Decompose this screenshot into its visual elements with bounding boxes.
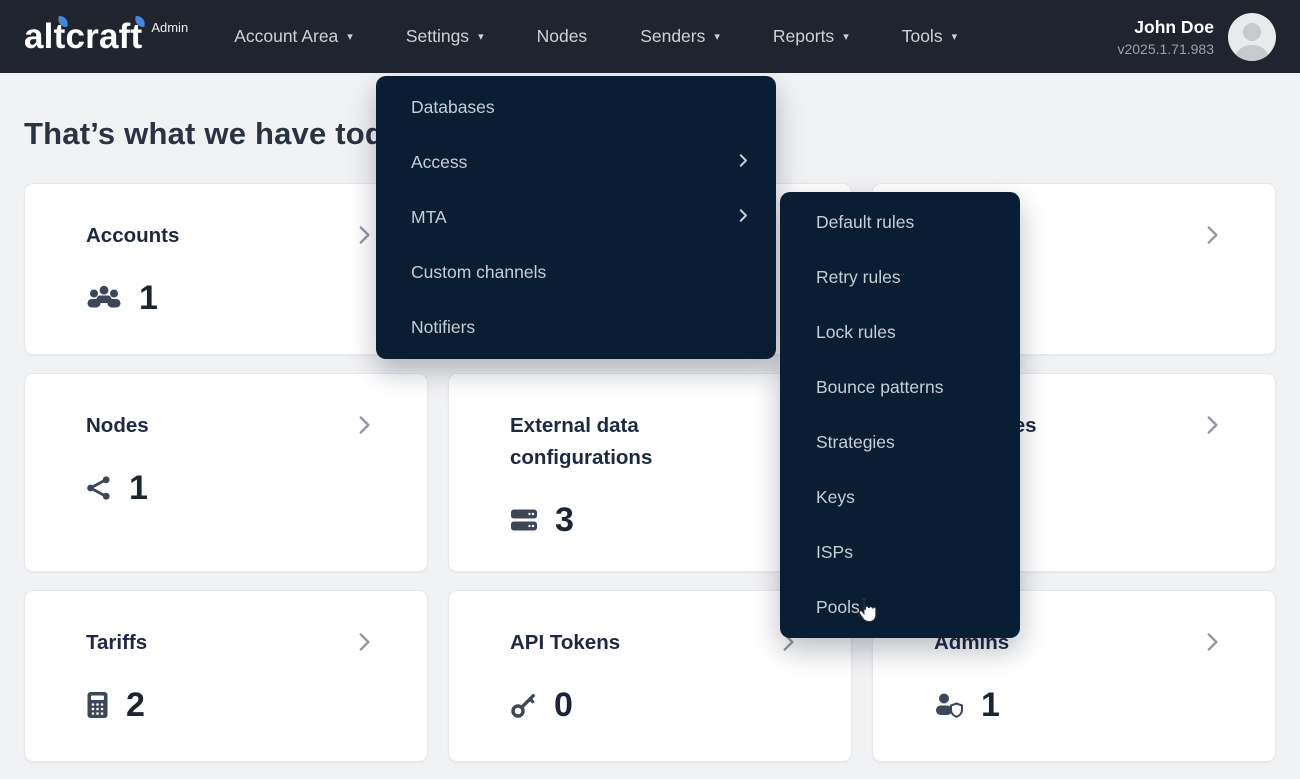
settings-dropdown-menu: Databases Access MTA Custom channels Not… [376, 76, 776, 359]
menu-item-label: Lock rules [816, 322, 896, 342]
menu-item-databases[interactable]: Databases [376, 80, 776, 135]
card-value: 3 [555, 500, 574, 539]
logo-admin-label: Admin [151, 19, 189, 35]
nav-item-label: Settings [405, 26, 470, 46]
card-value: 1 [981, 685, 1000, 724]
menu-item-label: Custom channels [411, 262, 547, 282]
logo-part: craf [65, 16, 131, 56]
top-navbar: altcraft Admin Account Area ▾ Settings ▾… [0, 0, 1300, 73]
user-shield-icon [934, 692, 964, 718]
avatar[interactable] [1228, 12, 1276, 61]
card-stat: 1 [934, 685, 1223, 725]
nav-item-nodes[interactable]: Nodes [537, 26, 588, 47]
card-accounts[interactable]: Accounts 1 [24, 183, 428, 355]
card-tariffs[interactable]: Tariffs 2 [24, 590, 428, 762]
menu-item-custom-channels[interactable]: Custom channels [376, 245, 776, 300]
card-title: Tariffs [86, 631, 148, 654]
menu-item-label: ISPs [816, 542, 853, 562]
card-nodes[interactable]: Nodes 1 [24, 373, 428, 572]
app-version: v2025.1.71.983 [1117, 40, 1214, 57]
nav-item-account-area[interactable]: Account Area ▾ [234, 26, 353, 47]
menu-item-access[interactable]: Access [376, 135, 776, 190]
menu-item-label: Bounce patterns [816, 377, 944, 397]
database-icon [510, 507, 538, 533]
logo-t-accent: t [53, 16, 66, 56]
caret-down-icon: ▾ [843, 31, 849, 43]
submenu-item-strategies[interactable]: Strategies [780, 415, 1020, 470]
menu-item-label: Default rules [816, 212, 915, 232]
submenu-item-retry-rules[interactable]: Retry rules [780, 250, 1020, 305]
menu-item-notifiers[interactable]: Notifiers [376, 300, 776, 355]
card-title: Accounts [86, 224, 180, 247]
nav-item-label: Senders [640, 26, 706, 46]
logo-part: al [24, 16, 54, 56]
nav-item-reports[interactable]: Reports ▾ [773, 26, 849, 47]
card-stat: 1 [86, 468, 375, 508]
menu-item-label: Keys [816, 487, 855, 507]
submenu-item-default-rules[interactable]: Default rules [780, 195, 1020, 250]
submenu-item-pools[interactable]: Pools [780, 580, 1020, 635]
user-menu[interactable]: John Doe v2025.1.71.983 [1117, 12, 1276, 61]
chevron-right-icon [351, 222, 377, 253]
share-icon [86, 475, 112, 501]
nav-item-label: Nodes [536, 26, 588, 46]
nav-item-settings[interactable]: Settings ▾ [406, 26, 484, 47]
chevron-right-icon [351, 412, 377, 443]
nav-item-label: Account Area [234, 26, 339, 46]
card-stat: 3 [510, 500, 799, 540]
users-icon [86, 285, 122, 311]
submenu-item-isps[interactable]: ISPs [780, 525, 1020, 580]
card-stat: 1 [86, 278, 375, 318]
card-title: External data configurations [510, 414, 653, 469]
card-value: 1 [139, 278, 158, 317]
card-value: 2 [126, 685, 145, 724]
menu-item-label: MTA [411, 207, 447, 227]
card-title: API Tokens [510, 631, 621, 654]
page-title: That’s what we have today [24, 116, 419, 151]
caret-down-icon: ▾ [347, 31, 353, 43]
chevron-right-icon [1199, 412, 1225, 443]
card-value: 0 [554, 685, 573, 724]
menu-item-label: Databases [411, 97, 495, 117]
menu-item-label: Retry rules [816, 267, 901, 287]
nav-item-label: Reports [772, 26, 835, 46]
chevron-right-icon [734, 206, 752, 229]
card-title: Nodes [86, 414, 149, 437]
menu-item-label: Notifiers [411, 317, 476, 337]
nav-item-tools[interactable]: Tools ▾ [902, 26, 957, 47]
menu-item-label: Strategies [816, 432, 895, 452]
calculator-icon [86, 691, 109, 719]
avatar-silhouette-icon [1234, 22, 1270, 61]
card-stat: 0 [510, 685, 799, 725]
altcraft-logo[interactable]: altcraft Admin [24, 17, 188, 57]
key-icon [510, 692, 537, 719]
submenu-item-keys[interactable]: Keys [780, 470, 1020, 525]
submenu-item-bounce-patterns[interactable]: Bounce patterns [780, 360, 1020, 415]
card-value: 1 [129, 468, 148, 507]
menu-item-mta[interactable]: MTA [376, 190, 776, 245]
user-name: John Doe [1134, 16, 1214, 37]
nav-item-senders[interactable]: Senders ▾ [640, 26, 720, 47]
menu-item-label: Access [411, 152, 468, 172]
logo-text: altcraft [24, 17, 142, 57]
menu-item-label: Pools [816, 597, 860, 617]
user-info: John Doe v2025.1.71.983 [1117, 17, 1214, 57]
logo-t-accent: t [130, 16, 143, 56]
nav-item-label: Tools [901, 26, 943, 46]
caret-down-icon: ▾ [478, 31, 484, 43]
chevron-right-icon [351, 629, 377, 660]
caret-down-icon: ▾ [951, 31, 958, 43]
mta-submenu: Default rules Retry rules Lock rules Bou… [780, 192, 1020, 638]
screen: altcraft Admin Account Area ▾ Settings ▾… [0, 0, 1300, 779]
submenu-item-lock-rules[interactable]: Lock rules [780, 305, 1020, 360]
caret-down-icon: ▾ [714, 31, 720, 43]
card-stat: 2 [86, 685, 375, 725]
nav-menu: Account Area ▾ Settings ▾ Nodes Senders … [234, 26, 957, 47]
chevron-right-icon [734, 151, 752, 174]
chevron-right-icon [1199, 629, 1225, 660]
chevron-right-icon [1199, 222, 1225, 253]
